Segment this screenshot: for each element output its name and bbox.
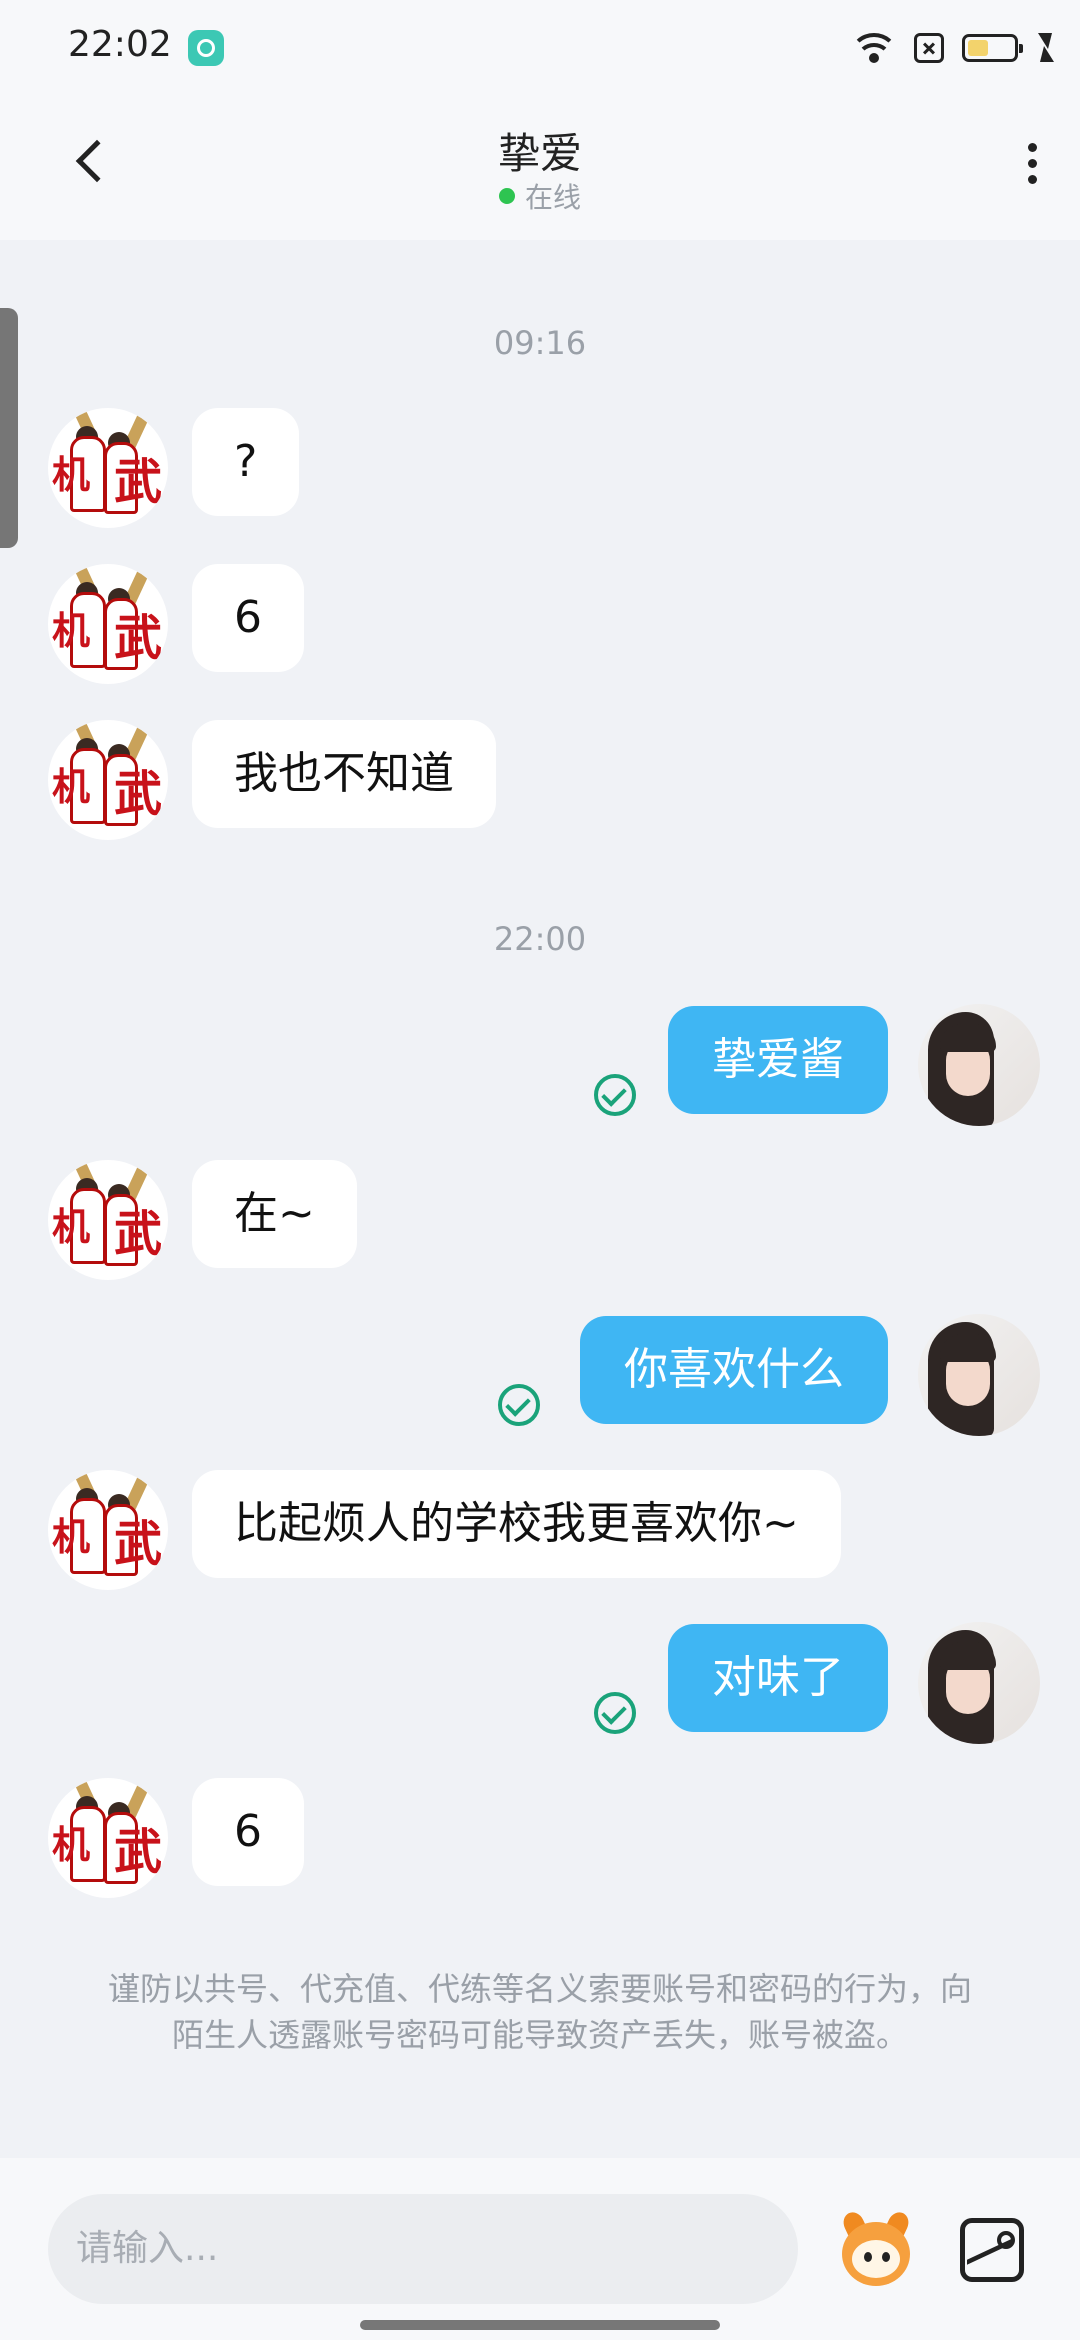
app-notification-icon xyxy=(188,30,224,66)
incoming-message[interactable]: ? xyxy=(192,408,300,516)
contact-avatar[interactable]: 机武 xyxy=(48,720,168,840)
incoming-message[interactable]: 6 xyxy=(192,564,304,672)
contact-avatar[interactable]: 机武 xyxy=(48,1778,168,1898)
contact-avatar[interactable]: 机武 xyxy=(48,1160,168,1280)
message-input[interactable]: 请输入... xyxy=(48,2194,798,2304)
chat-header: 挚爱 在线 xyxy=(0,96,1080,240)
more-vertical-icon[interactable] xyxy=(1012,138,1052,198)
incoming-message[interactable]: 在~ xyxy=(192,1160,357,1268)
read-check-icon xyxy=(594,1692,636,1734)
incoming-message[interactable]: 比起烦人的学校我更喜欢你~ xyxy=(192,1470,841,1578)
home-indicator[interactable] xyxy=(360,2320,720,2330)
outgoing-message[interactable]: 对味了 xyxy=(668,1624,888,1732)
my-avatar[interactable] xyxy=(918,1004,1040,1126)
timestamp: 22:00 xyxy=(493,920,587,958)
my-avatar[interactable] xyxy=(918,1622,1040,1744)
contact-avatar[interactable]: 机武 xyxy=(48,1470,168,1590)
chat-title: 挚爱 xyxy=(497,129,582,178)
timestamp: 09:16 xyxy=(493,324,587,362)
outgoing-message[interactable]: 你喜欢什么 xyxy=(580,1316,888,1424)
security-warning: 谨防以共号、代充值、代练等名义索要账号和密码的行为，向陌生人透露账号密码可能导致… xyxy=(107,1970,972,2054)
incoming-message[interactable]: 6 xyxy=(192,1778,304,1886)
sim-off-icon xyxy=(914,33,944,63)
my-avatar[interactable] xyxy=(918,1314,1040,1436)
online-status-label: 在线 xyxy=(524,181,581,214)
battery-icon xyxy=(962,34,1023,62)
contact-avatar[interactable]: 机武 xyxy=(48,408,168,528)
online-status: 在线 xyxy=(0,176,1080,216)
online-dot-icon xyxy=(498,188,515,204)
incoming-message[interactable]: 我也不知道 xyxy=(192,720,496,828)
wifi-icon xyxy=(850,31,898,65)
emoji-mascot-icon[interactable] xyxy=(836,2208,916,2290)
image-picker-icon[interactable] xyxy=(960,2218,1024,2282)
status-icons xyxy=(850,28,1054,68)
input-bar: 请输入... xyxy=(0,2158,1080,2340)
read-check-icon xyxy=(594,1074,636,1116)
status-time: 22:02 xyxy=(68,24,172,65)
charging-icon xyxy=(1036,33,1054,63)
status-bar: 22:02 xyxy=(0,0,1080,96)
outgoing-message[interactable]: 挚爱酱 xyxy=(668,1006,888,1114)
contact-avatar[interactable]: 机武 xyxy=(48,564,168,684)
read-check-icon xyxy=(498,1384,540,1426)
